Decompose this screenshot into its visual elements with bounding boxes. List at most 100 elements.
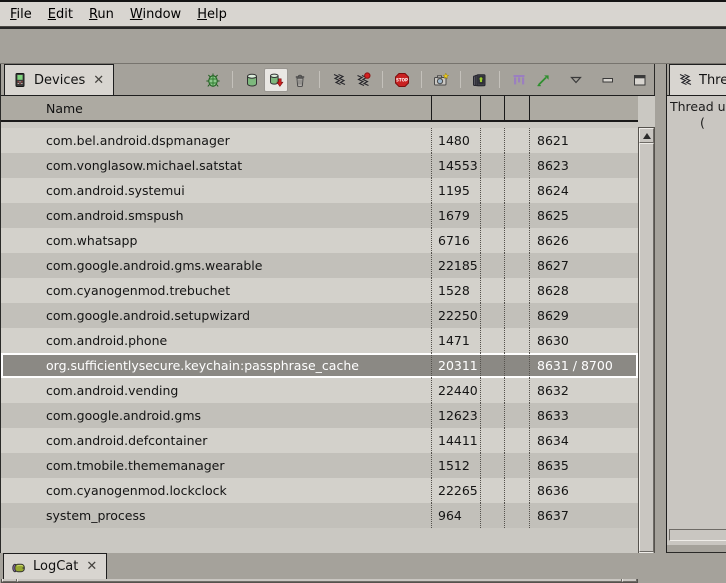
close-icon[interactable]: ✕ bbox=[91, 74, 104, 87]
process-port-cell: 8631 / 8700 bbox=[530, 353, 638, 378]
process-pid-cell: 1528 bbox=[432, 278, 481, 303]
table-row[interactable]: com.android.vending 22440 8632 bbox=[1, 378, 638, 403]
process-name-cell: com.android.defcontainer bbox=[1, 428, 432, 453]
process-port-cell: 8632 bbox=[530, 378, 638, 403]
menu-edit[interactable]: Edit bbox=[40, 4, 81, 25]
empty-cell bbox=[481, 228, 505, 253]
column-header-blank[interactable] bbox=[481, 96, 505, 120]
start-method-profiling-button[interactable] bbox=[351, 68, 375, 92]
menu-window[interactable]: Window bbox=[122, 4, 189, 25]
camera-icon bbox=[433, 72, 449, 88]
process-port-cell: 8627 bbox=[530, 253, 638, 278]
cause-gc-button[interactable] bbox=[288, 68, 312, 92]
screen-capture-button[interactable] bbox=[429, 68, 453, 92]
table-header: Name bbox=[1, 96, 638, 122]
threads-message-line2: ( bbox=[700, 115, 705, 130]
table-row[interactable]: com.tmobile.thememanager 1512 8635 bbox=[1, 453, 638, 478]
debug-process-button[interactable] bbox=[201, 68, 225, 92]
process-name-cell: org.sufficientlysecure.keychain:passphra… bbox=[1, 353, 432, 378]
device-phone-icon bbox=[12, 72, 28, 88]
process-pid-cell: 12623 bbox=[432, 403, 481, 428]
column-header-pid[interactable] bbox=[432, 96, 481, 120]
process-name-cell: system_process bbox=[1, 503, 432, 528]
table-row[interactable]: com.google.android.setupwizard 22250 862… bbox=[1, 303, 638, 328]
table-row[interactable]: com.android.defcontainer 14411 8634 bbox=[1, 428, 638, 453]
table-row[interactable]: system_process 964 8637 bbox=[1, 503, 638, 528]
ddms-window: { "menu_bar": { "items": [ { "label": "F… bbox=[0, 0, 726, 577]
process-name-cell: com.google.android.setupwizard bbox=[1, 303, 432, 328]
minimize-button[interactable] bbox=[597, 69, 619, 91]
table-row[interactable]: com.google.android.gms.wearable 22185 86… bbox=[1, 253, 638, 278]
minimize-icon bbox=[600, 72, 616, 88]
threads-message-line1: Thread up bbox=[670, 99, 726, 114]
table-row[interactable]: com.android.smspush 1679 8625 bbox=[1, 203, 638, 228]
table-row[interactable]: com.bel.android.dspmanager 1480 8621 bbox=[1, 128, 638, 153]
capture-system-trace-button[interactable] bbox=[507, 68, 531, 92]
column-header-name[interactable]: Name bbox=[1, 96, 432, 120]
menu-file[interactable]: File bbox=[2, 4, 40, 25]
dump-view-hierarchy-button[interactable] bbox=[468, 68, 492, 92]
panel-sash[interactable] bbox=[655, 64, 666, 553]
maximize-button[interactable] bbox=[629, 69, 651, 91]
empty-cell bbox=[481, 128, 505, 153]
devices-tab-row: Devices ✕ bbox=[1, 64, 654, 95]
vertical-scrollbar-thumb[interactable] bbox=[639, 143, 654, 552]
toolbar-separator bbox=[460, 71, 461, 88]
chevron-down-icon bbox=[568, 72, 584, 88]
view-menu-button[interactable] bbox=[565, 69, 587, 91]
scroll-up-button[interactable] bbox=[639, 128, 654, 143]
threads-icon bbox=[331, 72, 347, 88]
process-port-cell: 8636 bbox=[530, 478, 638, 503]
empty-cell bbox=[505, 478, 530, 503]
stop-sign-icon: STOP bbox=[394, 72, 410, 88]
empty-cell bbox=[481, 428, 505, 453]
empty-cell bbox=[505, 503, 530, 528]
close-icon[interactable]: ✕ bbox=[84, 560, 97, 573]
process-name-cell: com.vonglasow.michael.satstat bbox=[1, 153, 432, 178]
empty-cell bbox=[505, 378, 530, 403]
start-opengl-trace-button[interactable] bbox=[531, 68, 555, 92]
tab-threads[interactable]: Threads bbox=[669, 64, 726, 95]
empty-cell bbox=[481, 403, 505, 428]
process-pid-cell: 14411 bbox=[432, 428, 481, 453]
logcat-tab-label: LogCat bbox=[33, 559, 78, 574]
menu-help[interactable]: Help bbox=[189, 4, 235, 25]
table-row[interactable]: com.android.phone 1471 8630 bbox=[1, 328, 638, 353]
tab-devices[interactable]: Devices ✕ bbox=[4, 64, 114, 95]
devices-tab-label: Devices bbox=[34, 73, 85, 88]
toolbar-separator bbox=[382, 71, 383, 88]
table-row[interactable]: com.cyanogenmod.lockclock 22265 8636 bbox=[1, 478, 638, 503]
menu-run[interactable]: Run bbox=[81, 4, 122, 25]
table-row[interactable]: com.android.systemui 1195 8624 bbox=[1, 178, 638, 203]
tab-logcat[interactable]: LogCat ✕ bbox=[3, 553, 107, 579]
threads-tab-label: Threads bbox=[699, 73, 726, 88]
stop-process-button[interactable]: STOP bbox=[390, 68, 414, 92]
process-name-cell: com.android.systemui bbox=[1, 178, 432, 203]
process-name-cell: com.cyanogenmod.trebuchet bbox=[1, 278, 432, 303]
update-heap-button[interactable] bbox=[240, 68, 264, 92]
process-pid-cell: 22265 bbox=[432, 478, 481, 503]
table-row[interactable]: org.sufficientlysecure.keychain:passphra… bbox=[1, 353, 638, 378]
table-row[interactable]: com.cyanogenmod.trebuchet 1528 8628 bbox=[1, 278, 638, 303]
process-name-cell: com.cyanogenmod.lockclock bbox=[1, 478, 432, 503]
menu-bar: File Edit Run Window Help bbox=[0, 2, 726, 27]
maximize-icon bbox=[632, 72, 648, 88]
process-port-cell: 8633 bbox=[530, 403, 638, 428]
empty-cell bbox=[481, 253, 505, 278]
vertical-scrollbar[interactable] bbox=[638, 127, 655, 568]
process-port-cell: 8637 bbox=[530, 503, 638, 528]
threads-horizontal-scrollbar[interactable] bbox=[669, 529, 726, 541]
process-pid-cell: 1512 bbox=[432, 453, 481, 478]
table-row[interactable]: com.google.android.gms 12623 8633 bbox=[1, 403, 638, 428]
column-header-port[interactable] bbox=[530, 96, 638, 120]
process-pid-cell: 1480 bbox=[432, 128, 481, 153]
devices-view-toolbar: STOP bbox=[201, 66, 651, 93]
dump-hprof-button[interactable] bbox=[264, 68, 288, 92]
table-row[interactable]: com.vonglasow.michael.satstat 14553 8623 bbox=[1, 153, 638, 178]
empty-cell bbox=[481, 353, 505, 378]
empty-cell bbox=[505, 178, 530, 203]
update-threads-button[interactable] bbox=[327, 68, 351, 92]
process-port-cell: 8628 bbox=[530, 278, 638, 303]
table-row[interactable]: com.whatsapp 6716 8626 bbox=[1, 228, 638, 253]
column-header-blank[interactable] bbox=[505, 96, 530, 120]
